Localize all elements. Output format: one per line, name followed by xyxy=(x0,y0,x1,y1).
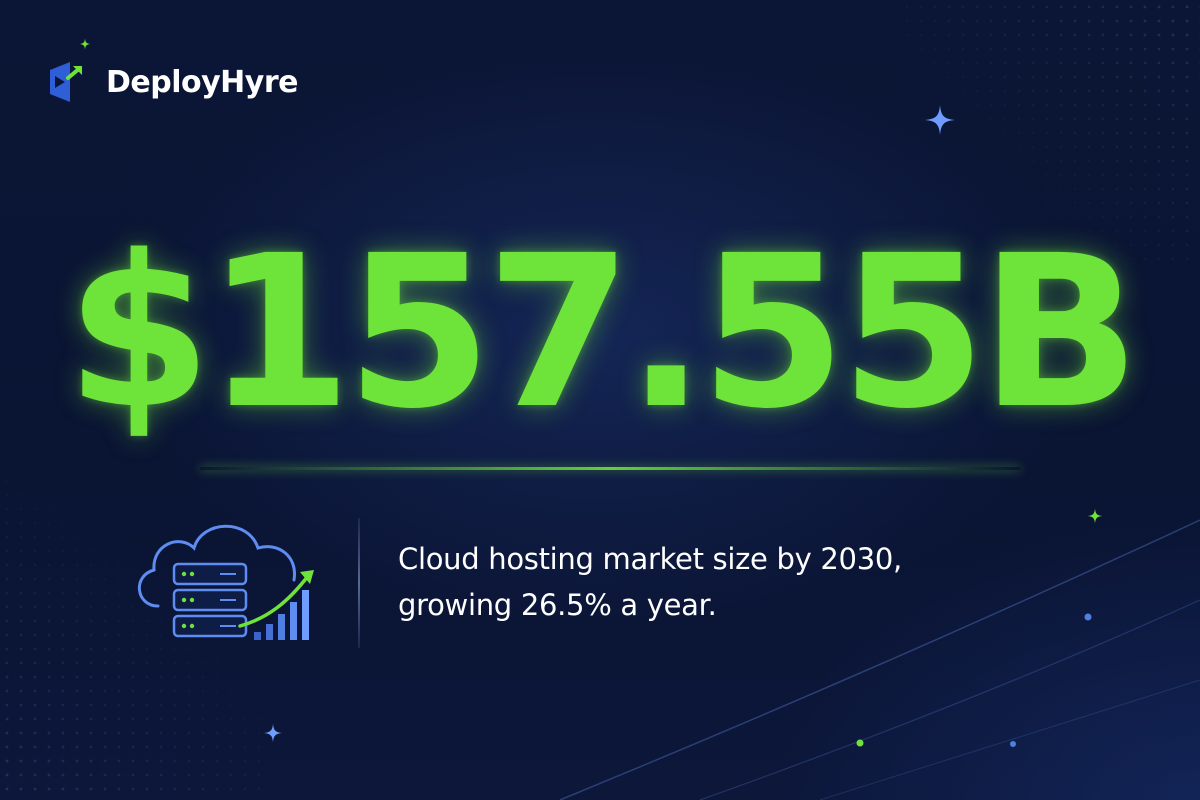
hero-banner: DeployHyre $157.55B Cloud hosting market… xyxy=(0,0,1200,800)
glow-divider-line xyxy=(200,467,1020,470)
deployhyre-logo-icon xyxy=(50,62,82,102)
arc-node-dot xyxy=(1010,741,1016,747)
sparkle-icon xyxy=(925,105,955,135)
cloud-server-growth-icon xyxy=(137,524,314,640)
sparkle-icon xyxy=(263,723,283,743)
brand-name: DeployHyre xyxy=(106,64,298,100)
market-size-value: $157.55B xyxy=(65,210,1141,455)
market-caption: Cloud hosting market size by 2030, growi… xyxy=(398,536,1098,628)
arc-node-dot xyxy=(856,739,864,747)
brand-logo: DeployHyre xyxy=(46,58,298,106)
vertical-divider xyxy=(358,518,360,648)
sparkle-icon xyxy=(79,38,91,50)
caption-line-1: Cloud hosting market size by 2030, xyxy=(398,542,902,576)
caption-line-2: growing 26.5% a year. xyxy=(398,588,717,622)
sparkle-icon xyxy=(1087,508,1103,524)
